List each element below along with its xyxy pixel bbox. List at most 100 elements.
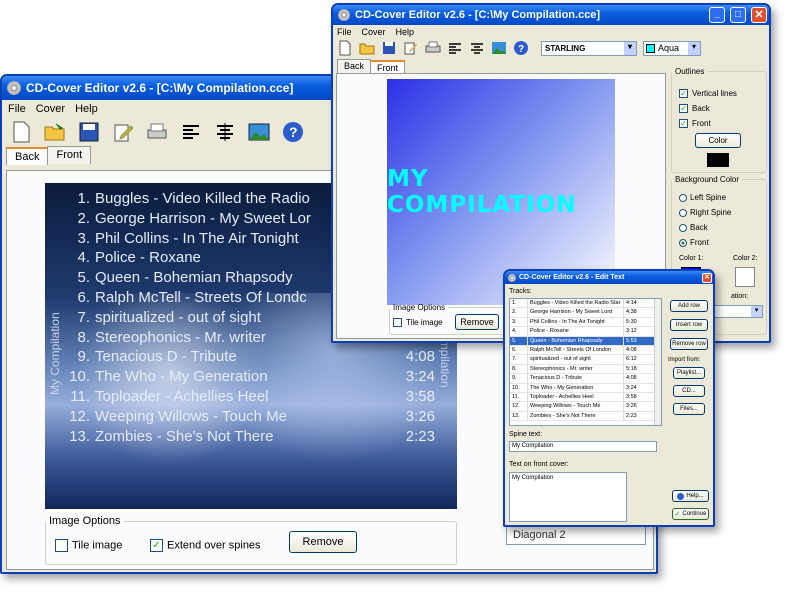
color2-swatch[interactable]: [735, 267, 755, 287]
checkbox-icon: [393, 318, 402, 328]
row-number: 11.: [510, 392, 528, 402]
table-row[interactable]: 5. Queen - Bohemian Rhapsody 5:53: [510, 336, 661, 346]
table-row[interactable]: 11. Toploader - Achellies Heel 3:58: [510, 392, 661, 403]
menu-file[interactable]: File: [8, 103, 26, 115]
dialog-title-bar[interactable]: CD-Cover Editor v2.6 - Edit Text ✕: [505, 271, 713, 284]
open-folder-icon[interactable]: [44, 121, 66, 143]
row-title: Ralph McTell - Streets Of London: [528, 345, 624, 355]
remove-row-button[interactable]: Remove row: [670, 338, 708, 350]
table-row[interactable]: 4. Police - Roxane 3:12: [510, 327, 661, 337]
cd-button[interactable]: CD...: [673, 385, 705, 397]
maximize-button[interactable]: □: [730, 7, 746, 23]
window-title: CD-Cover Editor v2.6 - [C:\My Compilatio…: [26, 81, 294, 95]
image-icon[interactable]: [491, 40, 507, 56]
help-icon[interactable]: ?: [513, 40, 529, 56]
table-row[interactable]: 1. Buggles - Video Killed the Radio Star 4…: [510, 299, 661, 309]
align-left-icon[interactable]: [447, 40, 463, 56]
tab-back[interactable]: Back: [6, 147, 49, 165]
outline-front-checkbox[interactable]: ✓ Front: [679, 119, 711, 129]
outline-color-button[interactable]: Color: [695, 133, 741, 148]
insert-row-button[interactable]: Insert row: [670, 319, 708, 331]
table-row[interactable]: 7. spiritualized - out of sight 6:12: [510, 355, 661, 365]
font-select-value: STARLING: [545, 43, 586, 53]
menu-cover[interactable]: Cover: [362, 27, 386, 37]
playlist-button[interactable]: Playlist...: [673, 367, 705, 379]
table-row[interactable]: 10. The Who - My Generation 3:24: [510, 383, 661, 393]
table-row[interactable]: 13. Zombies - She's Not There 2:23: [510, 411, 661, 422]
print-icon[interactable]: [425, 40, 441, 56]
row-time: 5:18: [626, 365, 637, 372]
color-select[interactable]: Aqua ▾: [643, 40, 701, 56]
back-track-row: 13. Zombies - She's Not There 2:23: [65, 428, 435, 448]
color1-label: Color 1:: [679, 255, 704, 262]
align-left-icon[interactable]: [180, 121, 202, 143]
save-icon[interactable]: [381, 40, 397, 56]
tile-image-checkbox[interactable]: Tile image: [393, 318, 443, 328]
edit-text-icon[interactable]: [403, 40, 419, 56]
new-document-icon[interactable]: [10, 121, 32, 143]
right-spine-radio[interactable]: Right Spine: [679, 208, 731, 217]
cover-title-text: MY COMPILATION: [387, 166, 577, 218]
font-select[interactable]: STARLING ▾: [541, 40, 637, 56]
table-row[interactable]: 2. George Harrison - My Sweet Lord 4:38: [510, 308, 661, 318]
extend-spines-checkbox[interactable]: ✓ Extend over spines: [150, 539, 261, 552]
tab-front[interactable]: Front: [370, 60, 406, 74]
table-row[interactable]: 8. Stereophonics - Mr. writer 5:18: [510, 364, 661, 375]
track-title: Zombies - She's Not There: [95, 427, 274, 445]
print-icon[interactable]: [146, 121, 168, 143]
direction-select-partial[interactable]: Diagonal 2: [506, 525, 646, 545]
checkmark-icon: ✓: [679, 89, 688, 99]
edit-text-icon[interactable]: [112, 121, 134, 143]
table-row[interactable]: 9. Tenacious D - Tribute 4:08: [510, 374, 661, 384]
row-number: 9.: [510, 374, 528, 383]
close-button[interactable]: ✕: [702, 272, 712, 283]
outline-back-checkbox[interactable]: ✓ Back: [679, 104, 710, 114]
row-title: Police - Roxane: [528, 327, 624, 336]
left-spine-radio[interactable]: Left Spine: [679, 193, 726, 202]
table-scrollbar[interactable]: [654, 299, 661, 425]
bg-front-radio[interactable]: Front: [679, 238, 709, 247]
track-number: 10.: [69, 368, 90, 386]
image-icon[interactable]: [248, 121, 270, 143]
menu-cover[interactable]: Cover: [36, 103, 65, 115]
row-time: 4:38: [626, 309, 637, 316]
close-button[interactable]: ✕: [751, 7, 767, 23]
table-row[interactable]: 12. Weeping Willows - Touch Me 3:26: [510, 402, 661, 412]
vertical-lines-checkbox[interactable]: ✓ Vertical lines: [679, 89, 737, 99]
table-row[interactable]: 6. Ralph McTell - Streets Of London 4:08: [510, 345, 661, 356]
remove-image-button[interactable]: Remove: [289, 531, 357, 553]
save-icon[interactable]: [78, 121, 100, 143]
spine-text-input[interactable]: My Compilation: [509, 441, 657, 452]
menu-help[interactable]: Help: [75, 103, 98, 115]
align-center-icon[interactable]: [469, 40, 485, 56]
tracks-label: Tracks:: [509, 288, 532, 295]
track-time: 3:26: [405, 407, 435, 425]
new-document-icon[interactable]: [337, 40, 353, 56]
tracks-table[interactable]: 1. Buggles - Video Killed the Radio Star 4…: [509, 298, 662, 426]
open-folder-icon[interactable]: [359, 40, 375, 56]
back-track-row: 12. Weeping Willows - Touch Me 3:26: [65, 408, 435, 428]
tab-back[interactable]: Back: [337, 59, 372, 73]
help-button[interactable]: Help...: [672, 490, 709, 502]
continue-button[interactable]: ✓ Continue: [672, 508, 709, 520]
row-title: Buggles - Video Killed the Radio Star: [528, 299, 624, 308]
track-number: 2.: [77, 209, 90, 227]
minimize-button[interactable]: _: [709, 7, 725, 23]
menu-file[interactable]: File: [337, 27, 352, 37]
title-bar[interactable]: CD-Cover Editor v2.6 - [C:\My Compilatio…: [333, 5, 769, 25]
menu-help[interactable]: Help: [396, 27, 415, 37]
remove-image-button[interactable]: Remove: [455, 314, 499, 330]
add-row-button[interactable]: Add row: [670, 300, 708, 312]
front-text-area[interactable]: My Compilation: [509, 472, 627, 522]
table-row[interactable]: 3. Phil Collins - In The Air Tonight 5:30: [510, 317, 661, 328]
tile-image-checkbox[interactable]: Tile image: [55, 539, 122, 552]
help-icon[interactable]: ?: [282, 121, 304, 143]
outline-color-swatch[interactable]: [707, 153, 729, 167]
tab-front[interactable]: Front: [47, 146, 92, 164]
row-number: 1.: [510, 299, 528, 308]
bg-back-radio[interactable]: Back: [679, 223, 708, 232]
files-button[interactable]: Files...: [673, 403, 705, 415]
direction-select[interactable]: ▾: [711, 305, 763, 318]
row-time: 3:24: [626, 384, 637, 391]
align-center-icon[interactable]: [214, 121, 236, 143]
